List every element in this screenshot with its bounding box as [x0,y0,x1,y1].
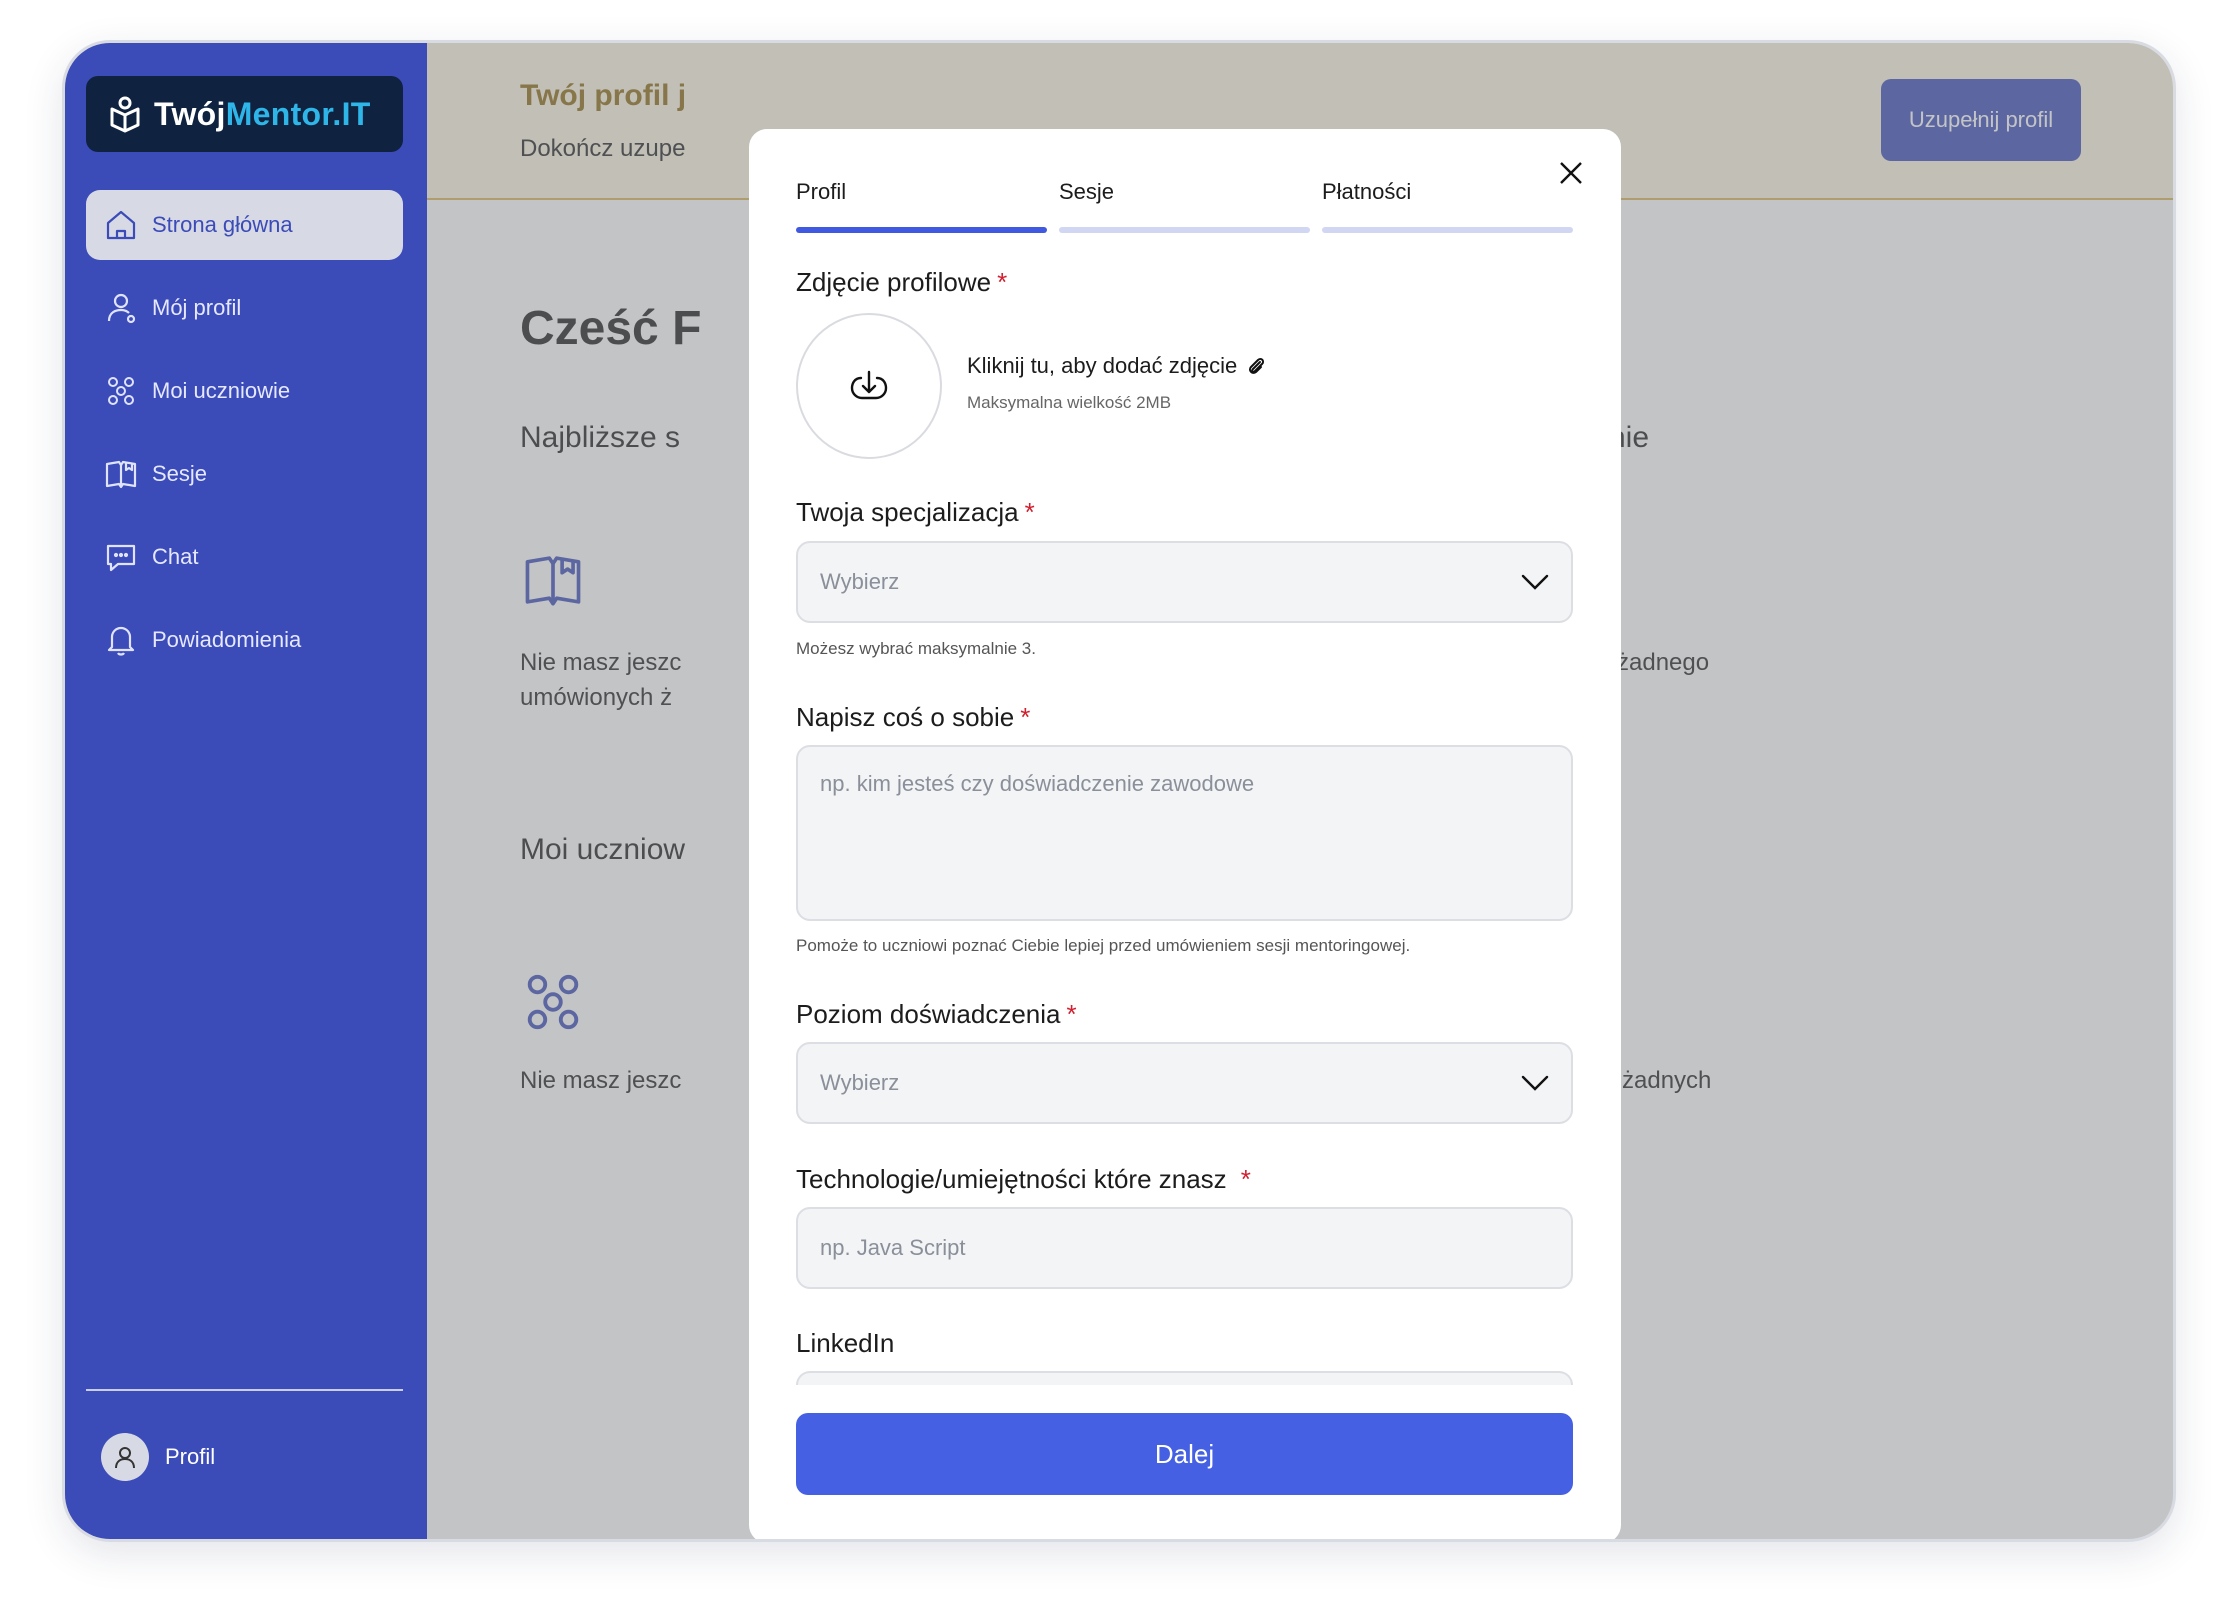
avatar [101,1433,149,1481]
about-label: Napisz coś o sobie * [796,702,1031,732]
sidebar-item-label: Powiadomienia [152,627,302,652]
app-window: TwójMentor.IT Strona główna Mój profil M… [62,40,2176,1542]
paperclip-icon [1249,357,1265,374]
home-icon [106,210,136,240]
specialization-label: Twoja specjalizacja * [796,497,1035,527]
logo-text: TwójMentor.IT [154,95,371,132]
linkedin-input[interactable] [796,1371,1573,1385]
sidebar-item-students[interactable]: Moi uczniowie [86,356,403,426]
tab-profile[interactable]: Profil [796,179,1047,233]
logo[interactable]: TwójMentor.IT [86,76,403,152]
tab-payments[interactable]: Płatności [1322,179,1573,233]
about-textarea[interactable]: np. kim jesteś czy doświadczenie zawodow… [796,745,1573,921]
chat-icon [106,544,136,572]
chevron-down-icon [1521,1075,1549,1091]
sidebar-divider [86,1389,403,1391]
sidebar-item-label: Chat [152,544,199,569]
sidebar-item-label: Strona główna [152,212,293,237]
sidebar-item-label: Mój profil [152,295,242,320]
photo-upload[interactable] [796,313,942,459]
chevron-down-icon [1521,574,1549,590]
book-icon [105,460,137,489]
user-icon [115,1447,135,1469]
photo-size-hint: Maksymalna wielkość 2MB [967,393,1172,412]
specialization-select[interactable]: Wybierz [796,541,1573,623]
photo-label: Zdjęcie profilowe * [796,267,1008,297]
sidebar-item-label: Moi uczniowie [152,378,291,403]
add-photo-link[interactable]: Kliknij tu, aby dodać zdjęcie [967,353,1267,379]
sidebar: TwójMentor.IT Strona główna Mój profil M… [65,43,427,1539]
sidebar-item-home[interactable]: Strona główna [86,190,403,260]
download-icon [850,370,888,400]
about-helper: Pomoże to uczniowi poznać Ciebie lepiej … [796,936,1411,955]
linkedin-label: LinkedIn [796,1328,895,1358]
technologies-input[interactable]: np. Java Script [796,1207,1573,1289]
next-button[interactable]: Dalej [796,1413,1573,1495]
bell-icon [107,626,135,656]
experience-select[interactable]: Wybierz [796,1042,1573,1124]
logo-icon [110,96,140,133]
sidebar-item-profile[interactable]: Mój profil [86,273,403,343]
sidebar-item-label: Sesje [152,461,208,486]
complete-profile-modal: Profil Sesje Płatności Zdjęcie profilowe… [749,129,1621,1539]
modal-tabs: Profil Sesje Płatności [796,179,1573,233]
experience-label: Poziom doświadczenia * [796,999,1077,1029]
specialization-helper: Możesz wybrać maksymalnie 3. [796,639,1036,658]
students-icon [108,377,134,405]
sidebar-item-notifications[interactable]: Powiadomienia [86,605,403,675]
tab-sessions[interactable]: Sesje [1059,179,1310,233]
sidebar-item-chat[interactable]: Chat [86,522,403,592]
technologies-label: Technologie/umiejętności które znasz * [796,1164,1251,1194]
sidebar-profile-label: Profil [165,1444,216,1469]
user-icon [107,293,136,324]
sidebar-profile[interactable]: Profil [101,1433,215,1481]
sidebar-item-sessions[interactable]: Sesje [86,439,403,509]
